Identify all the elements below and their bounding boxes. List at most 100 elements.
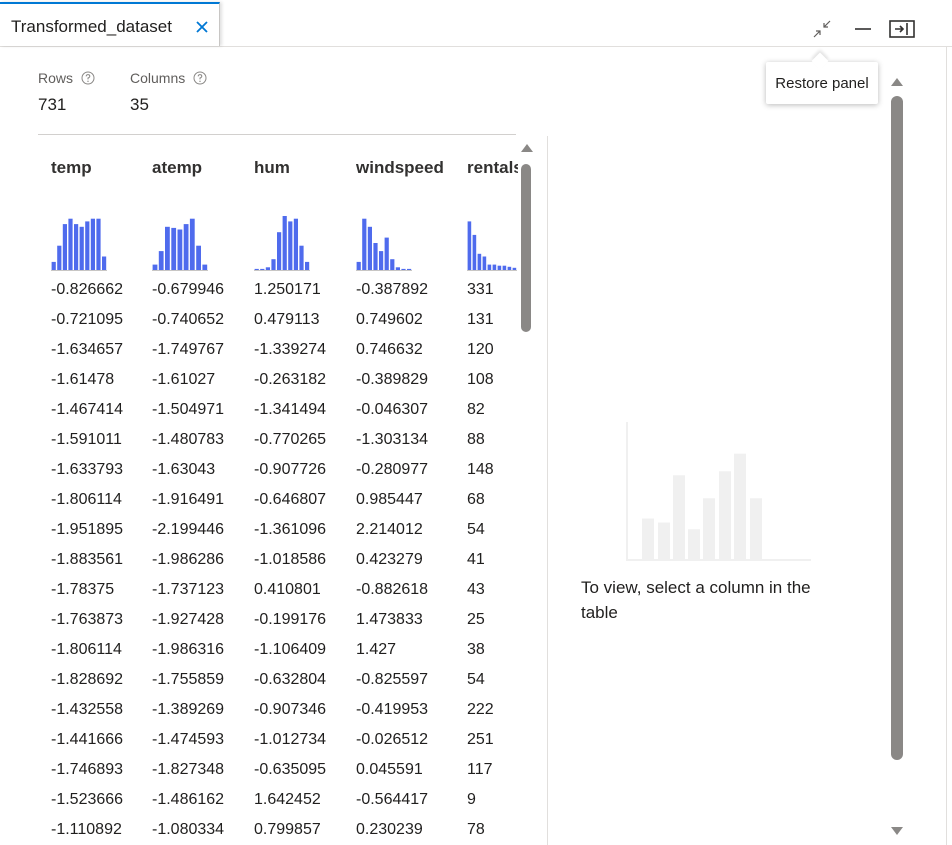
table-cell: 108 xyxy=(467,371,494,388)
table-cell: -0.632804 xyxy=(254,671,327,688)
table-cell: -0.907346 xyxy=(254,701,327,718)
table-scrollbar[interactable] xyxy=(518,140,534,845)
histogram-bar xyxy=(497,265,502,270)
histogram-bar xyxy=(260,268,265,270)
tab-transformed-dataset[interactable]: Transformed_dataset xyxy=(0,2,220,46)
tooltip-restore-panel: Restore panel xyxy=(766,62,878,104)
histogram-bar xyxy=(96,218,101,270)
table-cell: -1.012734 xyxy=(254,731,327,748)
table-cell: -1.080334 xyxy=(152,821,225,838)
minimize-icon[interactable] xyxy=(852,18,874,40)
close-icon[interactable] xyxy=(193,18,211,36)
histogram-bar xyxy=(62,224,67,270)
table-cell: -0.635095 xyxy=(254,761,327,778)
column-header-temp[interactable]: temp xyxy=(51,158,92,178)
placeholder-bar xyxy=(750,498,762,560)
histogram-bar xyxy=(189,218,195,270)
placeholder-bar xyxy=(688,529,700,559)
scroll-up-arrow-icon[interactable] xyxy=(521,144,533,152)
bar-chart-placeholder-icon xyxy=(626,422,811,561)
table-cell: 120 xyxy=(467,341,494,358)
scroll-down-arrow-icon[interactable] xyxy=(891,827,903,835)
placeholder-bar xyxy=(673,475,685,559)
table-cell: -1.389269 xyxy=(152,701,225,718)
table-cell: 0.985447 xyxy=(356,491,423,508)
table-cell: 222 xyxy=(467,701,494,718)
help-circle-icon[interactable] xyxy=(81,71,95,85)
table-cell: -0.679946 xyxy=(152,281,225,298)
placeholder-bar xyxy=(734,453,746,559)
histogram-bar xyxy=(390,259,395,270)
table-cell: -0.419953 xyxy=(356,701,429,718)
column-histogram-rentals[interactable] xyxy=(467,214,517,272)
columns-value: 35 xyxy=(130,95,149,114)
column-histogram-windspeed[interactable] xyxy=(356,214,412,272)
table-cell: -1.018586 xyxy=(254,551,327,568)
table-scroll-thumb[interactable] xyxy=(521,164,531,332)
histogram-bar xyxy=(367,226,372,270)
histogram-bar xyxy=(102,256,107,270)
table-cell: -0.882618 xyxy=(356,581,429,598)
table-cell: -1.633793 xyxy=(51,461,124,478)
column-histogram-atemp[interactable] xyxy=(152,214,208,272)
table-cell: -1.883561 xyxy=(51,551,124,568)
placeholder-bar xyxy=(703,498,715,560)
histogram-bar xyxy=(265,267,270,270)
table-cell: 0.749602 xyxy=(356,311,423,328)
histogram-bar xyxy=(472,234,477,270)
data-table: temp atemp hum windspeed rentals -0.8266… xyxy=(38,136,518,845)
histogram-bar xyxy=(282,216,287,270)
table-cell: 0.746632 xyxy=(356,341,423,358)
histogram-bar xyxy=(171,227,177,270)
restore-panel-icon[interactable] xyxy=(811,18,833,40)
table-cell: -1.523666 xyxy=(51,791,124,808)
histogram-bar xyxy=(158,251,164,270)
empty-state-message: To view, select a column in the table xyxy=(581,578,811,622)
table-cell: -1.806114 xyxy=(51,641,122,658)
table-cell: -1.106409 xyxy=(254,641,327,658)
table-cell: -0.026512 xyxy=(356,731,429,748)
histogram-bar xyxy=(477,253,482,270)
table-cell: -1.737123 xyxy=(152,581,225,598)
table-cell: -0.263182 xyxy=(254,371,327,388)
histogram-bar xyxy=(165,226,170,270)
table-cell: 331 xyxy=(467,281,494,298)
table-cell: 82 xyxy=(467,401,485,418)
rows-label-group: Rows xyxy=(38,70,95,86)
help-circle-icon[interactable] xyxy=(193,71,207,85)
table-cell: 41 xyxy=(467,551,485,568)
table-cell: -2.199446 xyxy=(152,521,225,538)
histogram-bar xyxy=(362,218,367,270)
histogram-bar xyxy=(183,224,189,270)
table-cell: -0.826662 xyxy=(51,281,124,298)
panel-scrollbar[interactable] xyxy=(888,72,906,845)
table-cell: -1.951895 xyxy=(51,521,124,538)
column-histogram-temp[interactable] xyxy=(51,214,107,272)
table-cell: 9 xyxy=(467,791,476,808)
table-cell: -1.927428 xyxy=(152,611,225,628)
column-header-atemp[interactable]: atemp xyxy=(152,158,202,178)
table-cell: -1.474593 xyxy=(152,731,225,748)
table-cell: -0.389829 xyxy=(356,371,429,388)
scroll-up-arrow-icon[interactable] xyxy=(891,78,903,86)
table-cell: -1.986286 xyxy=(152,551,225,568)
table-cell: -0.564417 xyxy=(356,791,429,808)
histogram-bar xyxy=(407,268,412,270)
table-cell: 1.250171 xyxy=(254,281,321,298)
stats-divider xyxy=(38,134,516,135)
histogram-bar xyxy=(57,245,62,270)
collapse-panel-icon[interactable] xyxy=(888,18,916,40)
columns-label-group: Columns xyxy=(130,70,207,86)
table-cell: 0.045591 xyxy=(356,761,423,778)
column-header-rentals[interactable]: rentals xyxy=(467,158,518,178)
column-header-windspeed[interactable]: windspeed xyxy=(356,158,444,178)
table-cell: -1.504971 xyxy=(152,401,225,418)
histogram-bar xyxy=(512,267,517,270)
table-cell: -1.63043 xyxy=(152,461,216,478)
placeholder-bar xyxy=(719,471,731,560)
tab-bar: Transformed_dataset xyxy=(0,0,952,47)
column-header-hum[interactable]: hum xyxy=(254,158,290,178)
column-histogram-hum[interactable] xyxy=(254,214,310,272)
panel-scroll-thumb[interactable] xyxy=(891,96,903,760)
histogram-bar xyxy=(467,221,472,270)
